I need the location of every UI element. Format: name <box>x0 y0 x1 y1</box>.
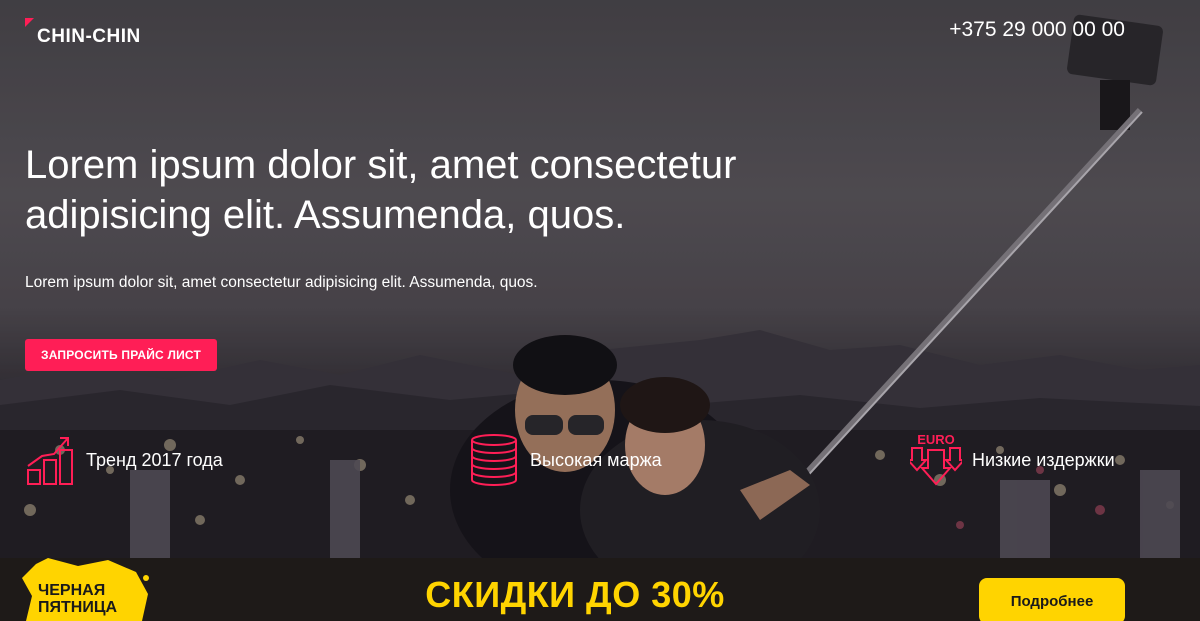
trend-chart-icon <box>27 437 73 485</box>
discount-title: СКИДКИ ДО 30% <box>425 574 725 615</box>
feature-costs: EURO Низкие издержки <box>910 432 1115 488</box>
logo-mark-icon <box>25 18 34 27</box>
black-friday-banner: ЧЕРНАЯ ПЯТНИЦА СКИДКИ ДО 30% Подробнее <box>0 558 1200 621</box>
feature-label-margin: Высокая маржа <box>530 449 662 470</box>
hero-headline: Lorem ipsum dolor sit, amet consectetur … <box>25 143 737 237</box>
feature-label-costs: Низкие издержки <box>972 449 1115 470</box>
feature-trend: Тренд 2017 года <box>24 432 223 488</box>
feature-label-trend: Тренд 2017 года <box>86 449 223 470</box>
hero-subtext: Lorem ipsum dolor sit, amet consectetur … <box>25 274 538 291</box>
logo-text: CHIN-CHIN <box>37 26 141 47</box>
request-price-list-button[interactable]: ЗАПРОСИТЬ ПРАЙС ЛИСТ <box>25 339 217 371</box>
logo[interactable]: CHIN-CHIN <box>25 18 141 48</box>
more-details-button[interactable]: Подробнее <box>979 578 1125 621</box>
feature-margin: Высокая маржа <box>468 432 662 488</box>
phone-number[interactable]: +375 29 000 00 00 <box>949 18 1125 42</box>
coins-stack-icon <box>471 434 517 486</box>
svg-text:EURO: EURO <box>917 432 955 447</box>
euro-down-icon: EURO <box>910 432 962 486</box>
